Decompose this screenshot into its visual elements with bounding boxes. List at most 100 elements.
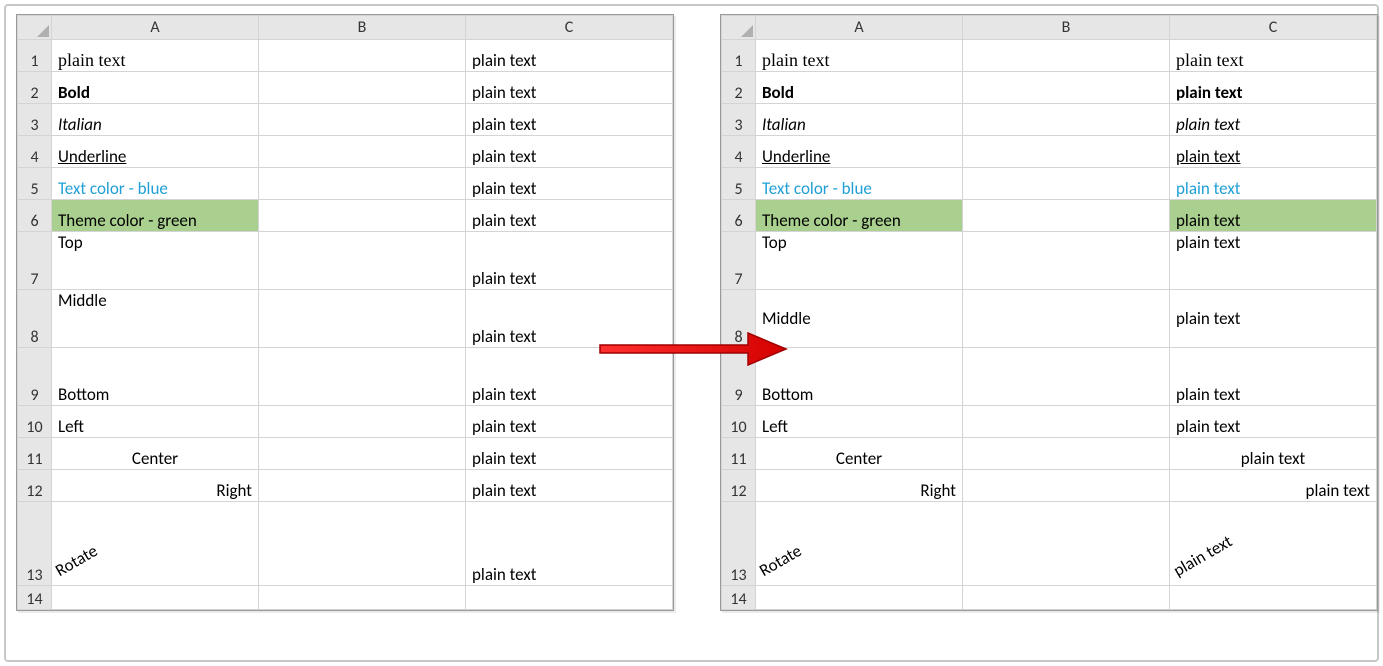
- row-header[interactable]: 1: [722, 40, 756, 72]
- cell-C8[interactable]: plain text: [1170, 290, 1377, 348]
- cell-A13[interactable]: Rotate: [756, 502, 963, 586]
- cell-A8[interactable]: Middle: [756, 290, 963, 348]
- cell-A7[interactable]: Top: [52, 232, 259, 290]
- col-A[interactable]: A: [52, 16, 259, 40]
- cell-B1[interactable]: [963, 40, 1170, 72]
- cell-B12[interactable]: [963, 470, 1170, 502]
- cell-A14[interactable]: [756, 586, 963, 610]
- cell-A6[interactable]: Theme color - green: [756, 200, 963, 232]
- row-header[interactable]: 6: [18, 200, 52, 232]
- cell-A2[interactable]: Bold: [52, 72, 259, 104]
- row-header[interactable]: 14: [722, 586, 756, 610]
- cell-A5[interactable]: Text color - blue: [756, 168, 963, 200]
- cell-C3[interactable]: plain text: [1170, 104, 1377, 136]
- cell-A5[interactable]: Text color - blue: [52, 168, 259, 200]
- row-header[interactable]: 10: [722, 406, 756, 438]
- cell-B8[interactable]: [259, 290, 466, 348]
- cell-A1[interactable]: plain text: [756, 40, 963, 72]
- cell-C12[interactable]: plain text: [466, 470, 673, 502]
- cell-B10[interactable]: [963, 406, 1170, 438]
- cell-C10[interactable]: plain text: [1170, 406, 1377, 438]
- cell-A14[interactable]: [52, 586, 259, 610]
- cell-B4[interactable]: [259, 136, 466, 168]
- cell-B3[interactable]: [259, 104, 466, 136]
- cell-B6[interactable]: [259, 200, 466, 232]
- cell-B10[interactable]: [259, 406, 466, 438]
- cell-C3[interactable]: plain text: [466, 104, 673, 136]
- cell-C9[interactable]: plain text: [1170, 348, 1377, 406]
- cell-A13[interactable]: Rotate: [52, 502, 259, 586]
- cell-A4[interactable]: Underline: [756, 136, 963, 168]
- cell-C11[interactable]: plain text: [1170, 438, 1377, 470]
- cell-C1[interactable]: plain text: [466, 40, 673, 72]
- cell-A9[interactable]: Bottom: [756, 348, 963, 406]
- cell-A7[interactable]: Top: [756, 232, 963, 290]
- cell-B11[interactable]: [259, 438, 466, 470]
- cell-C9[interactable]: plain text: [466, 348, 673, 406]
- row-header[interactable]: 9: [18, 348, 52, 406]
- cell-C4[interactable]: plain text: [1170, 136, 1377, 168]
- col-B[interactable]: B: [259, 16, 466, 40]
- cell-A2[interactable]: Bold: [756, 72, 963, 104]
- row-header[interactable]: 13: [722, 502, 756, 586]
- cell-C10[interactable]: plain text: [466, 406, 673, 438]
- grid-before[interactable]: A B C 1 plain text plain text 2 Bold pla…: [17, 15, 673, 610]
- cell-A11[interactable]: Center: [52, 438, 259, 470]
- cell-B1[interactable]: [259, 40, 466, 72]
- cell-A11[interactable]: Center: [756, 438, 963, 470]
- cell-B13[interactable]: [963, 502, 1170, 586]
- cell-B14[interactable]: [259, 586, 466, 610]
- cell-C8[interactable]: plain text: [466, 290, 673, 348]
- cell-C6[interactable]: plain text: [466, 200, 673, 232]
- cell-A9[interactable]: Bottom: [52, 348, 259, 406]
- cell-B13[interactable]: [259, 502, 466, 586]
- row-header[interactable]: 7: [18, 232, 52, 290]
- cell-B5[interactable]: [259, 168, 466, 200]
- cell-C7[interactable]: plain text: [466, 232, 673, 290]
- cell-B9[interactable]: [963, 348, 1170, 406]
- cell-A6[interactable]: Theme color - green: [52, 200, 259, 232]
- cell-C14[interactable]: [1170, 586, 1377, 610]
- cell-B7[interactable]: [963, 232, 1170, 290]
- cell-B2[interactable]: [963, 72, 1170, 104]
- cell-C5[interactable]: plain text: [1170, 168, 1377, 200]
- row-header[interactable]: 4: [722, 136, 756, 168]
- cell-B11[interactable]: [963, 438, 1170, 470]
- row-header[interactable]: 3: [722, 104, 756, 136]
- row-header[interactable]: 5: [722, 168, 756, 200]
- row-header[interactable]: 11: [722, 438, 756, 470]
- col-C[interactable]: C: [1170, 16, 1377, 40]
- grid-after[interactable]: A B C 1 plain text plain text 2 Bold pla…: [721, 15, 1377, 610]
- cell-C7[interactable]: plain text: [1170, 232, 1377, 290]
- cell-B9[interactable]: [259, 348, 466, 406]
- cell-C2[interactable]: plain text: [466, 72, 673, 104]
- cell-A3[interactable]: Italian: [52, 104, 259, 136]
- row-header[interactable]: 9: [722, 348, 756, 406]
- cell-C11[interactable]: plain text: [466, 438, 673, 470]
- row-header[interactable]: 6: [722, 200, 756, 232]
- cell-A10[interactable]: Left: [52, 406, 259, 438]
- row-header[interactable]: 3: [18, 104, 52, 136]
- select-all-corner[interactable]: [722, 16, 756, 40]
- cell-B12[interactable]: [259, 470, 466, 502]
- row-header[interactable]: 11: [18, 438, 52, 470]
- cell-B14[interactable]: [963, 586, 1170, 610]
- row-header[interactable]: 12: [18, 470, 52, 502]
- cell-C12[interactable]: plain text: [1170, 470, 1377, 502]
- row-header[interactable]: 4: [18, 136, 52, 168]
- cell-A12[interactable]: Right: [52, 470, 259, 502]
- row-header[interactable]: 12: [722, 470, 756, 502]
- cell-B2[interactable]: [259, 72, 466, 104]
- cell-B8[interactable]: [963, 290, 1170, 348]
- select-all-corner[interactable]: [18, 16, 52, 40]
- row-header[interactable]: 1: [18, 40, 52, 72]
- row-header[interactable]: 10: [18, 406, 52, 438]
- row-header[interactable]: 2: [722, 72, 756, 104]
- row-header[interactable]: 8: [18, 290, 52, 348]
- col-A[interactable]: A: [756, 16, 963, 40]
- cell-C6[interactable]: plain text: [1170, 200, 1377, 232]
- cell-A3[interactable]: Italian: [756, 104, 963, 136]
- cell-C2[interactable]: plain text: [1170, 72, 1377, 104]
- row-header[interactable]: 14: [18, 586, 52, 610]
- cell-B6[interactable]: [963, 200, 1170, 232]
